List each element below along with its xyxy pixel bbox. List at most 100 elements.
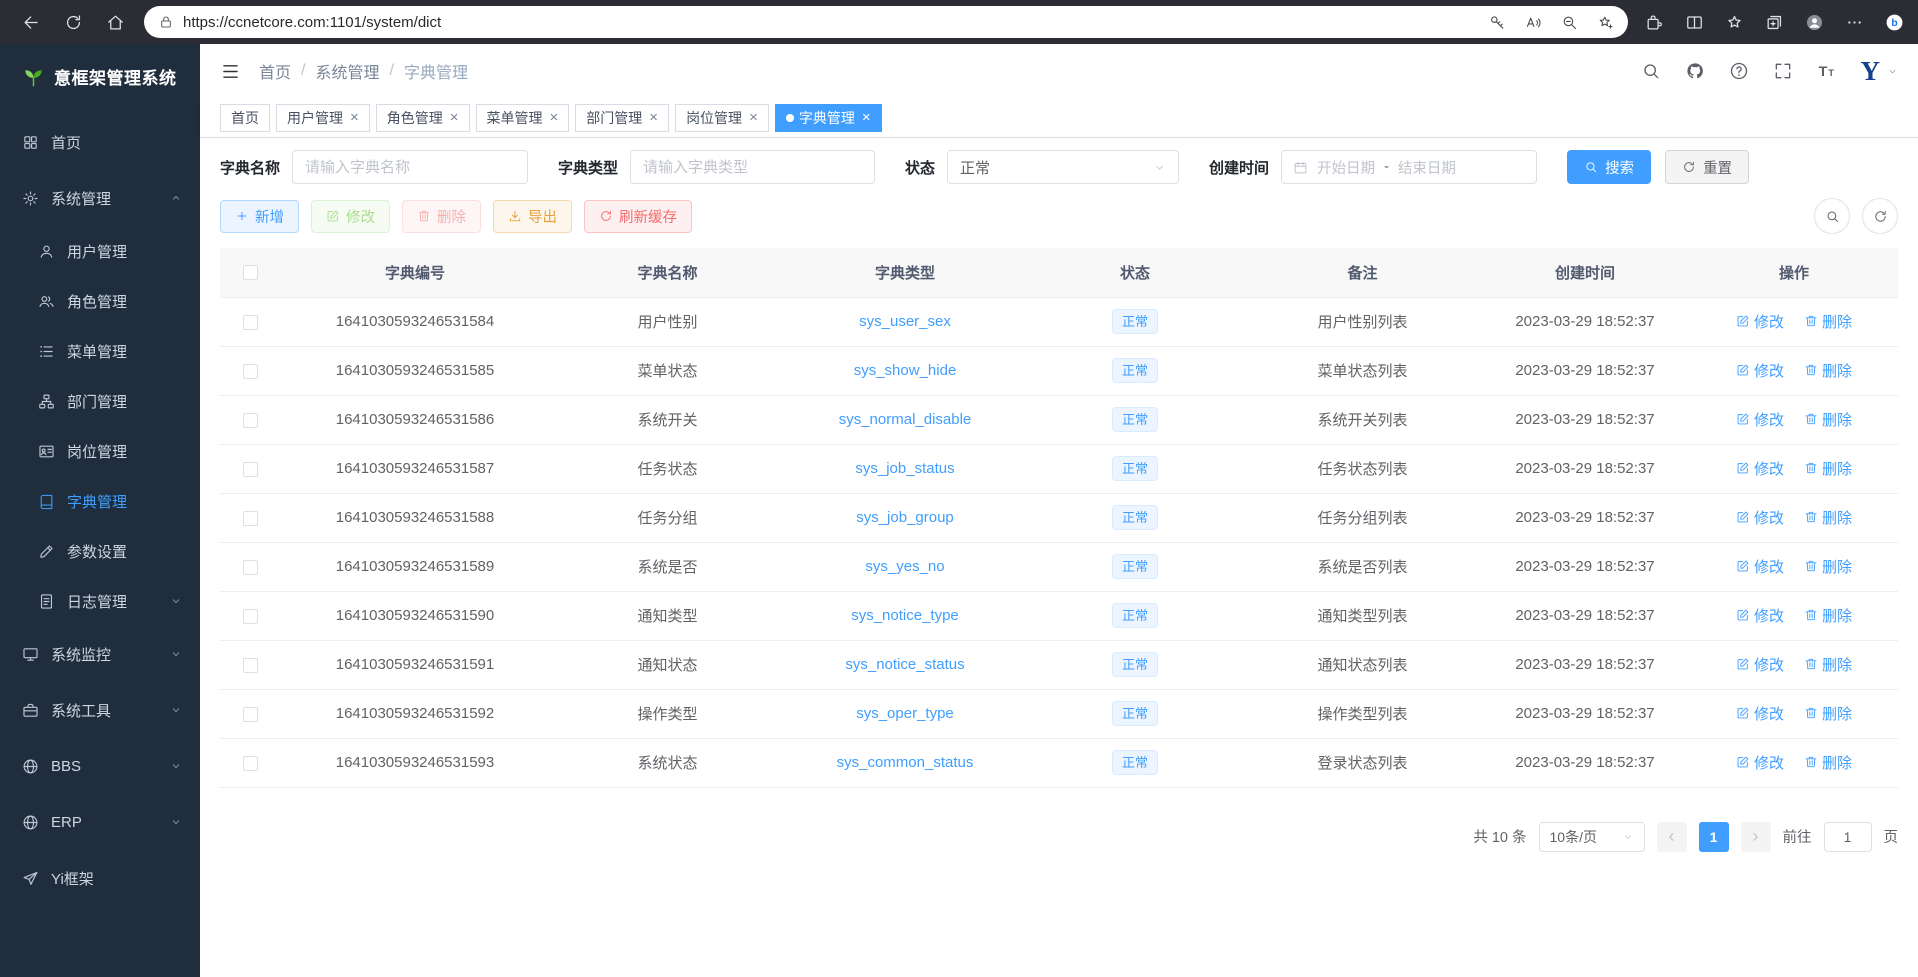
- row-checkbox[interactable]: [243, 511, 258, 526]
- user-avatar[interactable]: Y: [1861, 58, 1899, 85]
- key-icon[interactable]: [1482, 8, 1512, 36]
- row-edit-button[interactable]: 修改: [1736, 556, 1784, 577]
- row-edit-button[interactable]: 修改: [1736, 605, 1784, 626]
- tab-岗位管理[interactable]: 岗位管理×: [675, 104, 769, 132]
- sidebar-item-BBS[interactable]: BBS: [0, 738, 200, 794]
- github-icon[interactable]: [1685, 61, 1705, 81]
- dict-type-input[interactable]: [630, 150, 875, 184]
- tab-字典管理[interactable]: 字典管理×: [775, 104, 882, 132]
- row-delete-button[interactable]: 删除: [1804, 752, 1852, 773]
- sidebar-item-首页[interactable]: 首页: [0, 114, 200, 170]
- row-checkbox[interactable]: [243, 609, 258, 624]
- breadcrumb-item[interactable]: 系统管理: [315, 59, 379, 83]
- sidebar-item-岗位管理[interactable]: 岗位管理: [0, 426, 200, 476]
- row-delete-button[interactable]: 删除: [1804, 409, 1852, 430]
- delete-button[interactable]: 删除: [402, 200, 481, 233]
- row-delete-button[interactable]: 删除: [1804, 654, 1852, 675]
- export-button[interactable]: 导出: [493, 200, 572, 233]
- sidebar-item-菜单管理[interactable]: 菜单管理: [0, 326, 200, 376]
- goto-page-input[interactable]: [1824, 822, 1872, 852]
- sidebar-item-系统监控[interactable]: 系统监控: [0, 626, 200, 682]
- row-checkbox[interactable]: [243, 315, 258, 330]
- dict-type-link[interactable]: sys_normal_disable: [839, 411, 972, 428]
- row-edit-button[interactable]: 修改: [1736, 752, 1784, 773]
- extensions-icon[interactable]: [1642, 5, 1666, 39]
- row-checkbox[interactable]: [243, 560, 258, 575]
- close-icon[interactable]: ×: [550, 110, 559, 125]
- row-edit-button[interactable]: 修改: [1736, 311, 1784, 332]
- edit-button[interactable]: 修改: [311, 200, 390, 233]
- select-all-checkbox[interactable]: [243, 265, 258, 280]
- close-icon[interactable]: ×: [649, 110, 658, 125]
- dict-type-link[interactable]: sys_oper_type: [856, 705, 954, 722]
- dict-type-link[interactable]: sys_common_status: [837, 754, 974, 771]
- sidebar-item-日志管理[interactable]: 日志管理: [0, 576, 200, 626]
- favorite-add-icon[interactable]: [1590, 8, 1620, 36]
- sidebar-item-系统工具[interactable]: 系统工具: [0, 682, 200, 738]
- dict-type-link[interactable]: sys_yes_no: [865, 558, 944, 575]
- sidebar-item-系统管理[interactable]: 系统管理: [0, 170, 200, 226]
- sidebar-item-参数设置[interactable]: 参数设置: [0, 526, 200, 576]
- refresh-cache-button[interactable]: 刷新缓存: [584, 200, 692, 233]
- tab-菜单管理[interactable]: 菜单管理×: [476, 104, 570, 132]
- collections-icon[interactable]: [1762, 5, 1786, 39]
- dict-type-link[interactable]: sys_job_group: [856, 509, 954, 526]
- question-icon[interactable]: [1729, 61, 1749, 81]
- sidebar-item-部门管理[interactable]: 部门管理: [0, 376, 200, 426]
- favorites-icon[interactable]: [1722, 5, 1746, 39]
- zoom-out-icon[interactable]: [1554, 8, 1584, 36]
- row-delete-button[interactable]: 删除: [1804, 458, 1852, 479]
- address-bar[interactable]: https://ccnetcore.com:1101/system/dict: [144, 6, 1628, 38]
- refresh-table-button[interactable]: [1862, 198, 1898, 234]
- current-page[interactable]: 1: [1699, 822, 1729, 852]
- sidebar-item-字典管理[interactable]: 字典管理: [0, 476, 200, 526]
- home-icon[interactable]: [96, 5, 134, 39]
- collapse-sidebar-icon[interactable]: [220, 61, 241, 82]
- profile-icon[interactable]: [1802, 5, 1826, 39]
- row-delete-button[interactable]: 删除: [1804, 311, 1852, 332]
- status-select[interactable]: 正常: [947, 150, 1179, 184]
- row-checkbox[interactable]: [243, 413, 258, 428]
- font-size-icon[interactable]: TT: [1817, 61, 1837, 81]
- dict-type-link[interactable]: sys_show_hide: [854, 362, 957, 379]
- row-checkbox[interactable]: [243, 658, 258, 673]
- row-delete-button[interactable]: 删除: [1804, 507, 1852, 528]
- add-button[interactable]: 新增: [220, 200, 299, 233]
- sidebar-item-ERP[interactable]: ERP: [0, 794, 200, 850]
- close-icon[interactable]: ×: [749, 110, 758, 125]
- tab-首页[interactable]: 首页: [220, 104, 270, 132]
- next-page-button[interactable]: ›: [1741, 822, 1771, 852]
- dict-type-link[interactable]: sys_job_status: [855, 460, 954, 477]
- row-edit-button[interactable]: 修改: [1736, 703, 1784, 724]
- prev-page-button[interactable]: ‹: [1657, 822, 1687, 852]
- dict-type-link[interactable]: sys_user_sex: [859, 313, 951, 330]
- row-delete-button[interactable]: 删除: [1804, 360, 1852, 381]
- row-delete-button[interactable]: 删除: [1804, 556, 1852, 577]
- bing-icon[interactable]: b: [1882, 5, 1906, 39]
- back-icon[interactable]: [12, 5, 50, 39]
- tab-角色管理[interactable]: 角色管理×: [376, 104, 470, 132]
- row-checkbox[interactable]: [243, 364, 258, 379]
- row-edit-button[interactable]: 修改: [1736, 360, 1784, 381]
- search-icon[interactable]: [1641, 61, 1661, 81]
- fullscreen-icon[interactable]: [1773, 61, 1793, 81]
- close-icon[interactable]: ×: [450, 110, 459, 125]
- row-delete-button[interactable]: 删除: [1804, 605, 1852, 626]
- row-checkbox[interactable]: [243, 707, 258, 722]
- more-icon[interactable]: [1842, 5, 1866, 39]
- read-aloud-icon[interactable]: [1518, 8, 1548, 36]
- breadcrumb-item[interactable]: 首页: [259, 59, 291, 83]
- show-search-button[interactable]: [1814, 198, 1850, 234]
- row-edit-button[interactable]: 修改: [1736, 409, 1784, 430]
- sidebar-item-用户管理[interactable]: 用户管理: [0, 226, 200, 276]
- dict-type-link[interactable]: sys_notice_type: [851, 607, 959, 624]
- dict-name-input[interactable]: [292, 150, 528, 184]
- split-screen-icon[interactable]: [1682, 5, 1706, 39]
- refresh-icon[interactable]: [54, 5, 92, 39]
- tab-部门管理[interactable]: 部门管理×: [575, 104, 669, 132]
- sidebar-item-角色管理[interactable]: 角色管理: [0, 276, 200, 326]
- dict-type-link[interactable]: sys_notice_status: [845, 656, 964, 673]
- row-delete-button[interactable]: 删除: [1804, 703, 1852, 724]
- sidebar-item-Yi框架[interactable]: Yi框架: [0, 850, 200, 906]
- close-icon[interactable]: ×: [350, 110, 359, 125]
